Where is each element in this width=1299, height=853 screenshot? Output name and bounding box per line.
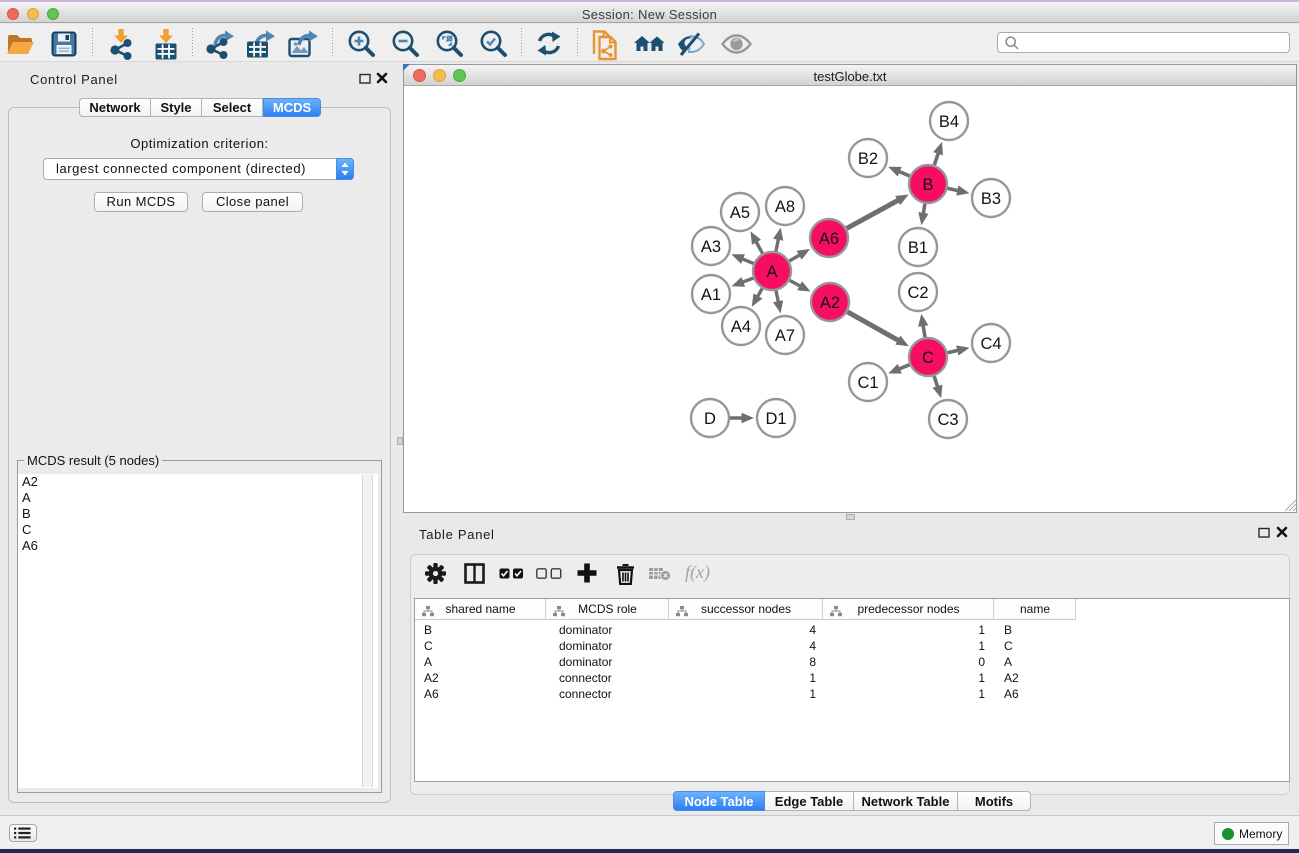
svg-text:B3: B3	[981, 190, 1001, 208]
svg-text:B1: B1	[908, 239, 928, 257]
svg-text:C3: C3	[937, 411, 958, 429]
svg-text:A4: A4	[731, 318, 751, 336]
svg-text:C2: C2	[907, 284, 928, 302]
svg-text:B4: B4	[939, 113, 959, 131]
svg-text:C4: C4	[980, 335, 1001, 353]
svg-text:C: C	[922, 349, 934, 367]
svg-text:A3: A3	[701, 238, 721, 256]
svg-text:A: A	[766, 263, 777, 281]
svg-text:D: D	[704, 410, 716, 428]
svg-text:B: B	[922, 176, 933, 194]
svg-text:B2: B2	[858, 150, 878, 168]
svg-text:A1: A1	[701, 286, 721, 304]
svg-text:A2: A2	[820, 294, 840, 312]
svg-text:A6: A6	[819, 230, 839, 248]
svg-text:C1: C1	[857, 374, 878, 392]
svg-text:A5: A5	[730, 204, 750, 222]
svg-text:A8: A8	[775, 198, 795, 216]
svg-text:A7: A7	[775, 327, 795, 345]
svg-text:D1: D1	[765, 410, 786, 428]
